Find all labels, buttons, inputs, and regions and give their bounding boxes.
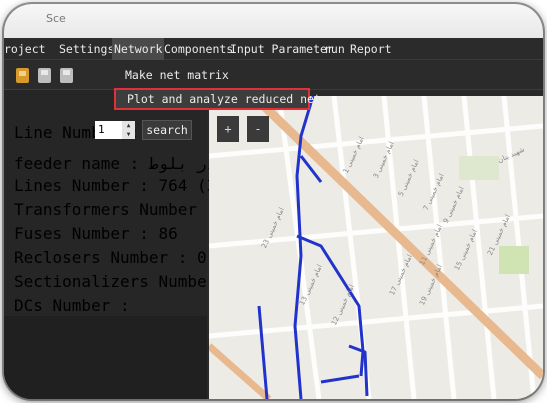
menu-input-parameter[interactable]: Input Parameter [230,38,334,60]
save-as-icon[interactable] [60,68,73,83]
line-number-spinner[interactable]: ▲ ▼ [122,121,135,139]
open-folder-icon[interactable] [16,68,29,83]
network-map[interactable]: + - امام خمینی 1 امام خمینی 3 امام خمینی… [209,96,543,399]
save-icon[interactable] [38,68,51,83]
menu-bar: roject Settings Network Components Input… [4,38,543,60]
menu-components[interactable]: Components [164,38,233,60]
zoom-out-button[interactable]: - [247,116,269,142]
menu-run[interactable]: run [324,38,345,60]
search-button[interactable]: search [142,120,192,140]
window-title: Sce [46,12,66,25]
menu-settings[interactable]: Settings [59,38,114,60]
panel-empty-area [4,316,207,399]
menu-item-make-net-matrix[interactable]: Make net matrix [114,64,314,86]
chevron-up-icon[interactable]: ▲ [122,121,135,130]
chevron-down-icon[interactable]: ▼ [122,130,135,139]
menu-item-plot-reduced-net[interactable]: Plot and analyze reduced net [114,88,321,110]
network-menu-dropdown: Make net matrix Plot and analyze reduced… [114,62,321,110]
zoom-in-button[interactable]: + [217,116,239,142]
app-window: Sce roject Settings Network Components I… [4,4,543,399]
menu-network[interactable]: Network [112,38,165,60]
reclosers-number: Reclosers Number : 0 [14,248,207,267]
dcs-number: DCs Number : [14,296,130,315]
fuses-number: Fuses Number : 86 [14,224,178,243]
line-number-input[interactable]: 1 [95,121,122,139]
title-bar: Sce [4,4,543,38]
menu-report[interactable]: Report [350,38,392,60]
menu-project[interactable]: roject [4,38,46,60]
